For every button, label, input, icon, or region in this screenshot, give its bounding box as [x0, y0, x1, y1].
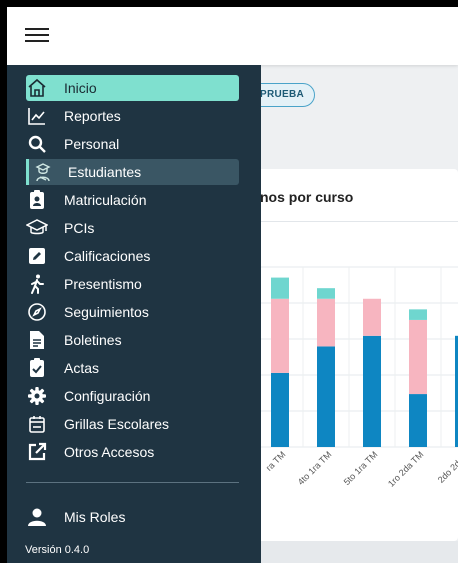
- external-link-icon: [26, 441, 48, 463]
- menu-item-label: Otros Accesos: [64, 444, 155, 460]
- search-icon: [26, 133, 48, 155]
- compass-icon: [26, 301, 48, 323]
- menu-item-label: Estudiantes: [68, 164, 142, 180]
- menu-item-label: Grillas Escolares: [64, 416, 170, 432]
- app-page: PRUEBA nos por curso ra TM 4to 1ra TM 5to …: [7, 7, 458, 563]
- menu-item-pcis[interactable]: PCIs: [26, 215, 239, 241]
- menu-item-label: Presentismo: [64, 276, 142, 292]
- hamburger-menu-icon[interactable]: [25, 25, 49, 45]
- menu-item-seguimientos[interactable]: Seguimientos: [26, 299, 239, 325]
- menu-item-configuracion[interactable]: Configuración: [26, 383, 239, 409]
- id-badge-icon: [26, 189, 48, 211]
- document-icon: [26, 329, 48, 351]
- app-version: Versión 0.4.0: [25, 544, 90, 556]
- bottom-strip: [245, 541, 458, 563]
- pencil-square-icon: [26, 245, 48, 267]
- menu-item-presentismo[interactable]: Presentismo: [26, 271, 239, 297]
- menu-item-estudiantes[interactable]: Estudiantes: [26, 159, 239, 185]
- drawer-divider: [26, 482, 239, 483]
- menu-item-mis-roles[interactable]: Mis Roles: [26, 504, 239, 530]
- home-icon: [26, 77, 48, 99]
- menu-item-label: Matriculación: [64, 192, 147, 208]
- menu-item-label: Inicio: [64, 80, 97, 96]
- menu-item-label: Boletines: [64, 332, 122, 348]
- top-app-bar: [7, 7, 458, 65]
- menu-item-inicio[interactable]: Inicio: [26, 75, 239, 101]
- line-chart-icon: [26, 105, 48, 127]
- graduation-cap-icon: [26, 217, 48, 239]
- chart-card-title: nos por curso: [260, 189, 354, 205]
- menu-item-label: Configuración: [64, 388, 151, 404]
- student-icon: [32, 161, 54, 183]
- menu-item-label: PCIs: [64, 220, 95, 236]
- calendar-icon: [26, 413, 48, 435]
- menu-item-label: Personal: [64, 136, 120, 152]
- menu-item-reportes[interactable]: Reportes: [26, 103, 239, 129]
- menu-item-label: Reportes: [64, 108, 121, 124]
- menu-item-calificaciones[interactable]: Calificaciones: [26, 243, 239, 269]
- navigation-drawer: Inicio Reportes Personal Estudiantes Mat: [7, 65, 261, 563]
- user-icon: [26, 506, 48, 528]
- menu-item-grillas-escolares[interactable]: Grillas Escolares: [26, 411, 239, 437]
- menu-item-matriculacion[interactable]: Matriculación: [26, 187, 239, 213]
- menu-item-label: Seguimientos: [64, 304, 149, 320]
- chart-card: [245, 169, 458, 541]
- menu-item-label: Calificaciones: [64, 248, 151, 264]
- menu-item-boletines[interactable]: Boletines: [26, 327, 239, 353]
- walking-person-icon: [26, 273, 48, 295]
- gear-icon: [26, 385, 48, 407]
- clipboard-check-icon: [26, 357, 48, 379]
- menu-item-label: Mis Roles: [64, 509, 126, 525]
- menu-item-label: Actas: [64, 360, 100, 376]
- card-divider: [245, 221, 458, 222]
- menu-item-otros-accesos[interactable]: Otros Accesos: [26, 439, 239, 465]
- menu-item-personal[interactable]: Personal: [26, 131, 239, 157]
- menu-item-actas[interactable]: Actas: [26, 355, 239, 381]
